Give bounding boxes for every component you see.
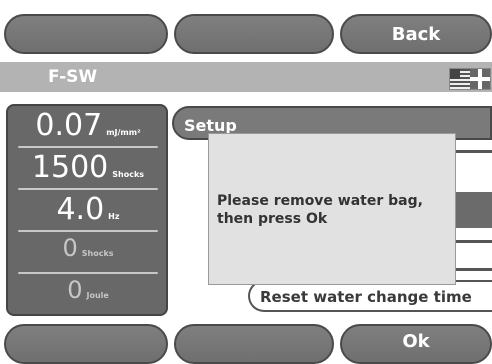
- frequency-readout: 4.0 Hz: [16, 192, 160, 232]
- divider: [18, 146, 158, 148]
- top-middle-button[interactable]: [174, 14, 334, 54]
- frequency-unit: Hz: [108, 212, 120, 221]
- energy-density-value: 0.07: [35, 108, 103, 143]
- delivered-shocks-unit: Shocks: [81, 249, 114, 258]
- ok-button[interactable]: Ok: [340, 324, 492, 364]
- message-dialog: Please remove water bag, then press Ok: [208, 133, 456, 285]
- energy-value: 0: [67, 276, 83, 304]
- flag-uk-icon: [470, 69, 490, 89]
- menu-divider: [452, 150, 492, 153]
- header-bar: F-SW: [0, 62, 492, 92]
- flag-us-icon: [450, 69, 470, 89]
- menu-divider: [452, 268, 492, 271]
- dialog-message: Please remove water bag, then press Ok: [217, 193, 423, 227]
- frequency-value: 4.0: [56, 192, 105, 227]
- energy-density-unit: mJ/mm²: [106, 128, 141, 137]
- delivered-shocks-value: 0: [62, 234, 78, 262]
- divider: [18, 272, 158, 274]
- menu-item-highlighted[interactable]: [456, 192, 492, 228]
- flag-us-uk-icon[interactable]: [449, 68, 491, 90]
- energy-readout: 0 Joule: [16, 276, 160, 316]
- energy-density-readout: 0.07 mJ/mm²: [16, 108, 160, 148]
- parameter-panel: 0.07 mJ/mm² 1500 Shocks 4.0 Hz 0 Shocks …: [6, 104, 168, 316]
- energy-unit: Joule: [86, 291, 109, 300]
- top-left-button[interactable]: [4, 14, 168, 54]
- divider: [18, 230, 158, 232]
- shock-count-value: 1500: [31, 150, 109, 185]
- shock-count-readout: 1500 Shocks: [16, 150, 160, 190]
- back-button[interactable]: Back: [340, 14, 492, 54]
- bottom-left-button[interactable]: [4, 324, 168, 364]
- shock-count-unit: Shocks: [112, 170, 145, 179]
- divider: [18, 188, 158, 190]
- bottom-middle-button[interactable]: [174, 324, 334, 364]
- menu-divider: [452, 240, 492, 243]
- delivered-shocks-readout: 0 Shocks: [16, 234, 160, 274]
- page-title: F-SW: [48, 67, 98, 87]
